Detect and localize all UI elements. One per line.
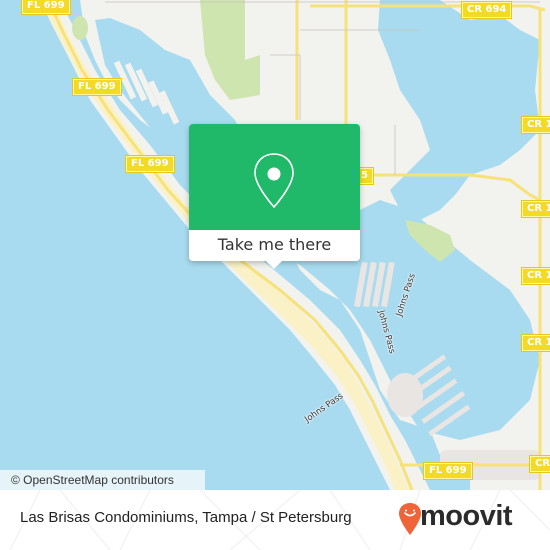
map-attribution[interactable]: © OpenStreetMap contributors [0,470,205,490]
take-me-there-button[interactable]: Take me there [189,230,360,261]
road-shield: FL 699 [21,0,71,15]
moovit-wordmark: moovit [420,500,513,532]
road-shield: FL 699 [423,462,473,480]
popup-pointer [265,260,283,269]
road-shield: CR 1 [520,334,550,352]
road-shield: CR 1 [520,267,550,285]
location-title: Las Brisas Condominiums, Tampa / St Pete… [20,509,352,526]
road-shield: FL 699 [72,78,122,96]
location-popup: Take me there [189,124,360,269]
road-shield: FL 699 [125,155,175,173]
map-view[interactable]: FL 699 FL 699 FL 699 FL 699 CR 694 CR 1 … [0,0,550,490]
road-shield: CR 1 [520,116,550,134]
moovit-pin-icon [399,503,421,535]
map-pin-icon [254,153,294,209]
road-shield: CR [528,455,550,473]
road-shield: CR 694 [460,1,513,19]
park [72,16,88,40]
footer-bar: Las Brisas Condominiums, Tampa / St Pete… [0,490,550,550]
popup-header [189,124,360,230]
road-shield: CR 1 [520,200,550,218]
